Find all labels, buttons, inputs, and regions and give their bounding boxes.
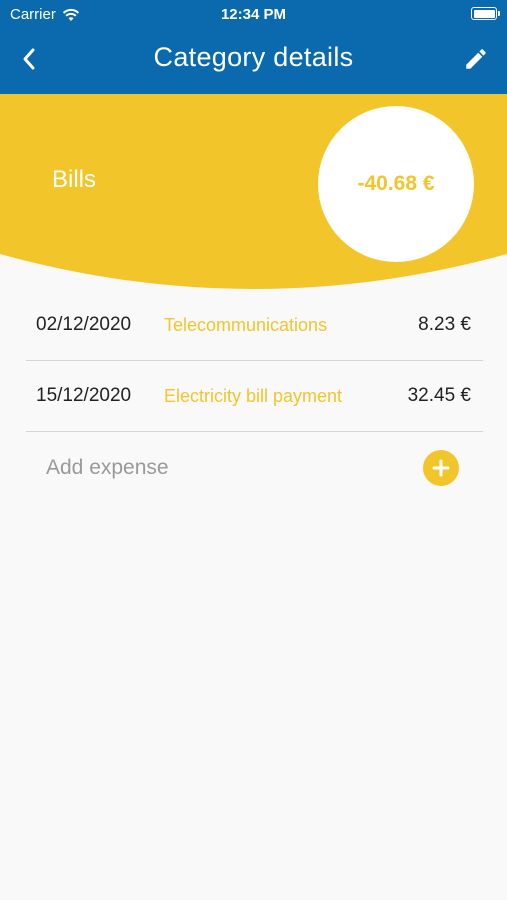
expense-list: 02/12/2020 Telecommunications 8.23 € 15/… [26, 290, 483, 503]
page-title: Category details [153, 42, 354, 72]
category-total-badge: -40.68 € [318, 106, 474, 262]
add-expense-label: Add expense [46, 455, 169, 479]
category-name: Bills [52, 166, 97, 193]
expense-row[interactable]: 02/12/2020 Telecommunications 8.23 € [26, 290, 483, 361]
add-expense-button[interactable] [423, 449, 459, 486]
category-total: -40.68 € [357, 172, 435, 195]
expense-amount: 32.45 € [407, 385, 471, 406]
expense-row[interactable]: 15/12/2020 Electricity bill payment 32.4… [26, 361, 483, 432]
pencil-icon [466, 49, 486, 69]
edit-button[interactable] [461, 44, 491, 74]
add-expense-row[interactable]: Add expense [26, 432, 483, 503]
expense-amount: 8.23 € [418, 314, 471, 335]
category-header: Bills -40.68 € [0, 94, 507, 294]
status-bar: Carrier 12:34 PM [0, 0, 507, 28]
clock: 12:34 PM [220, 6, 287, 23]
battery-icon [471, 7, 500, 20]
top-bar: Carrier 12:34 PM Category details [0, 0, 507, 94]
plus-icon [432, 459, 450, 476]
expense-description: Electricity bill payment [164, 385, 343, 406]
navigation-bar: Category details [0, 28, 507, 94]
expense-description: Telecommunications [164, 314, 328, 335]
expense-date: 15/12/2020 [36, 385, 132, 406]
expense-date: 02/12/2020 [36, 314, 132, 335]
